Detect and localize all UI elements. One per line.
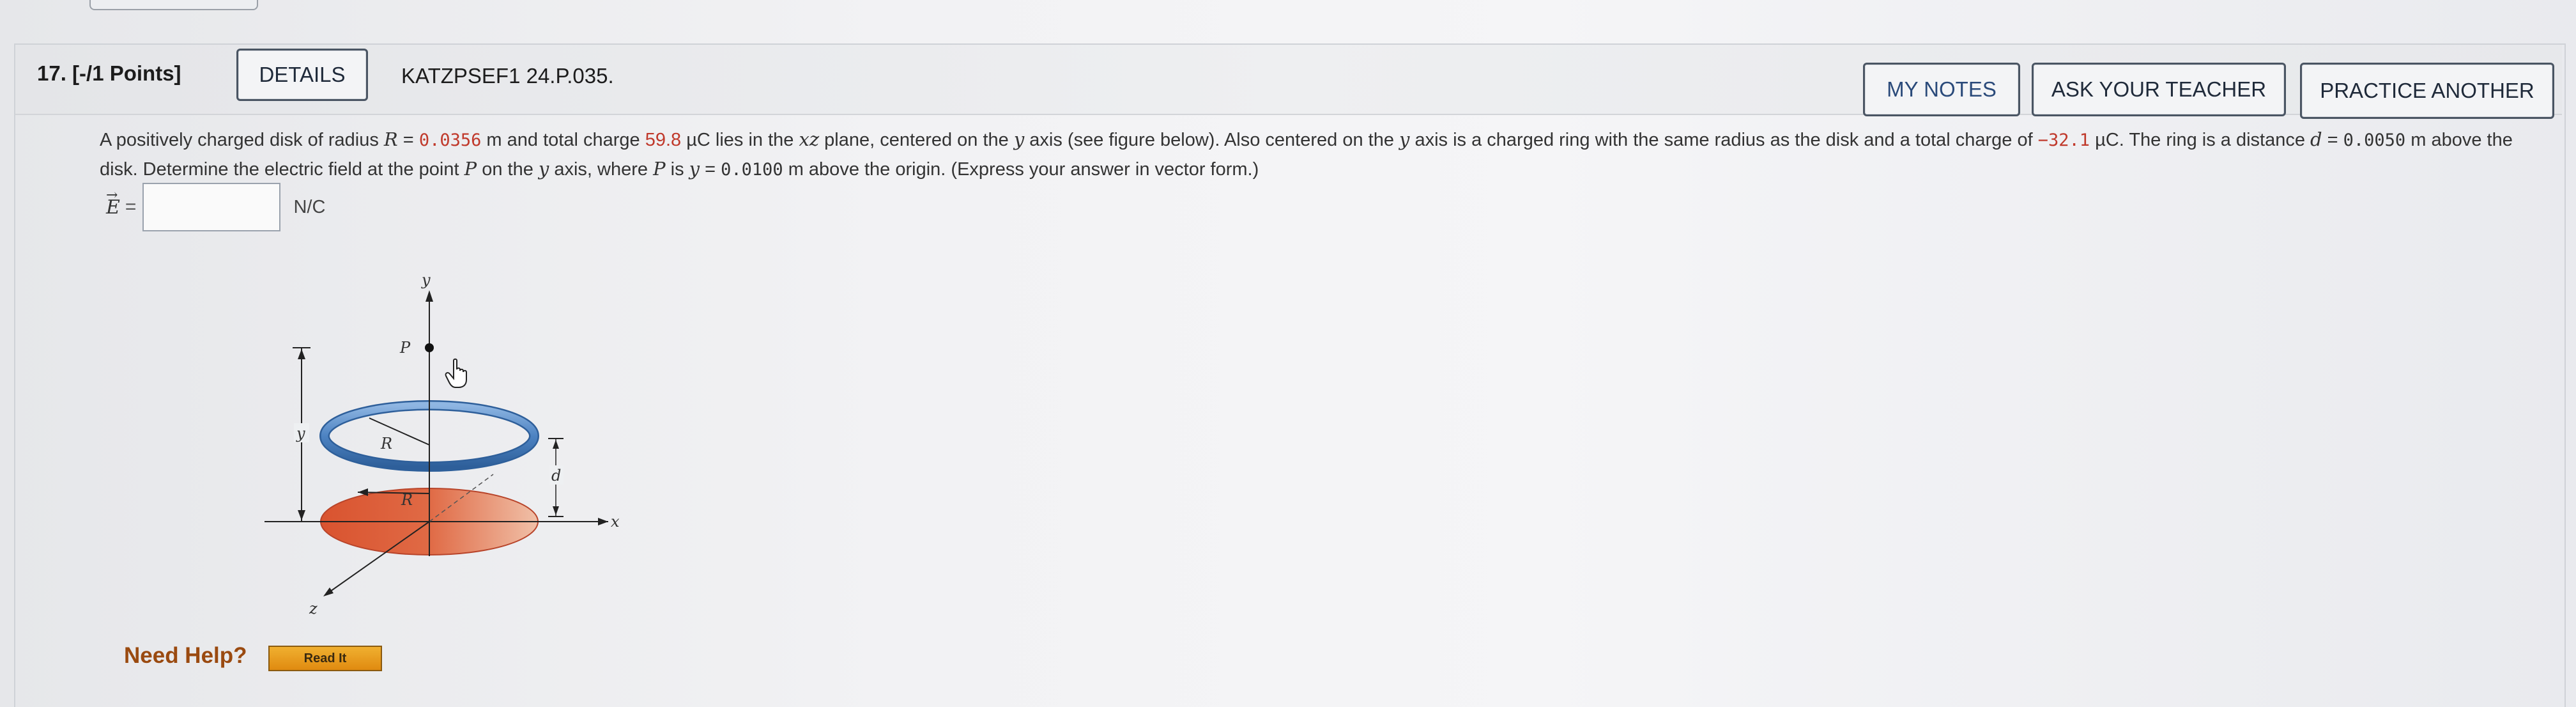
read-it-button[interactable]: Read It	[268, 646, 382, 671]
disk-charge-value: 59.8	[645, 130, 682, 150]
charged-disk-ring-figure: x z R R y P y d	[256, 262, 639, 623]
practice-another-button[interactable]: PRACTICE ANOTHER	[2300, 63, 2554, 119]
need-help-label: Need Help?	[124, 643, 247, 668]
question-code: KATZPSEF1 24.P.035.	[401, 64, 614, 88]
point-y-value: 0.0100	[721, 160, 783, 180]
my-notes-button[interactable]: MY NOTES	[1863, 63, 2020, 116]
answer-unit: N/C	[293, 196, 326, 217]
ring-radius-line	[369, 417, 430, 446]
x-axis-label: x	[611, 513, 620, 531]
electric-field-label: → E	[106, 187, 120, 219]
ring-charge-value: −32.1	[2037, 130, 2090, 150]
z-axis-label: z	[309, 600, 318, 618]
question-number: 17. [-/1 Points]	[37, 61, 181, 85]
page: 17. [-/1 Points] DETAILS KATZPSEF1 24.P.…	[0, 0, 2576, 707]
y-axis-arrow-icon	[425, 290, 433, 302]
equals-sign: =	[125, 196, 137, 217]
point-p	[425, 343, 434, 352]
details-button[interactable]: DETAILS	[236, 49, 368, 101]
hand-cursor-icon	[445, 358, 467, 388]
ring-radius-label: R	[380, 435, 392, 453]
x-axis-arrow-icon	[598, 518, 608, 525]
vector-arrow-icon: →	[106, 187, 118, 203]
z-axis-arrow-icon	[323, 587, 334, 596]
ask-your-teacher-button[interactable]: ASK YOUR TEACHER	[2032, 63, 2286, 116]
d-dimension-label: d	[551, 467, 561, 485]
electric-field-answer-input[interactable]	[142, 183, 281, 231]
problem-statement: A positively charged disk of radius R = …	[100, 128, 2513, 180]
point-p-label: P	[399, 339, 411, 357]
previous-question-tab	[89, 0, 258, 10]
answer-row: → E = N/C	[106, 182, 325, 233]
disk-radius-label: R	[401, 491, 413, 509]
y-axis-label: y	[421, 271, 431, 289]
disk-radius-value: 0.0356	[418, 130, 482, 150]
ring-distance-value: 0.0050	[2343, 130, 2406, 150]
y-dimension-label: y	[296, 424, 305, 442]
